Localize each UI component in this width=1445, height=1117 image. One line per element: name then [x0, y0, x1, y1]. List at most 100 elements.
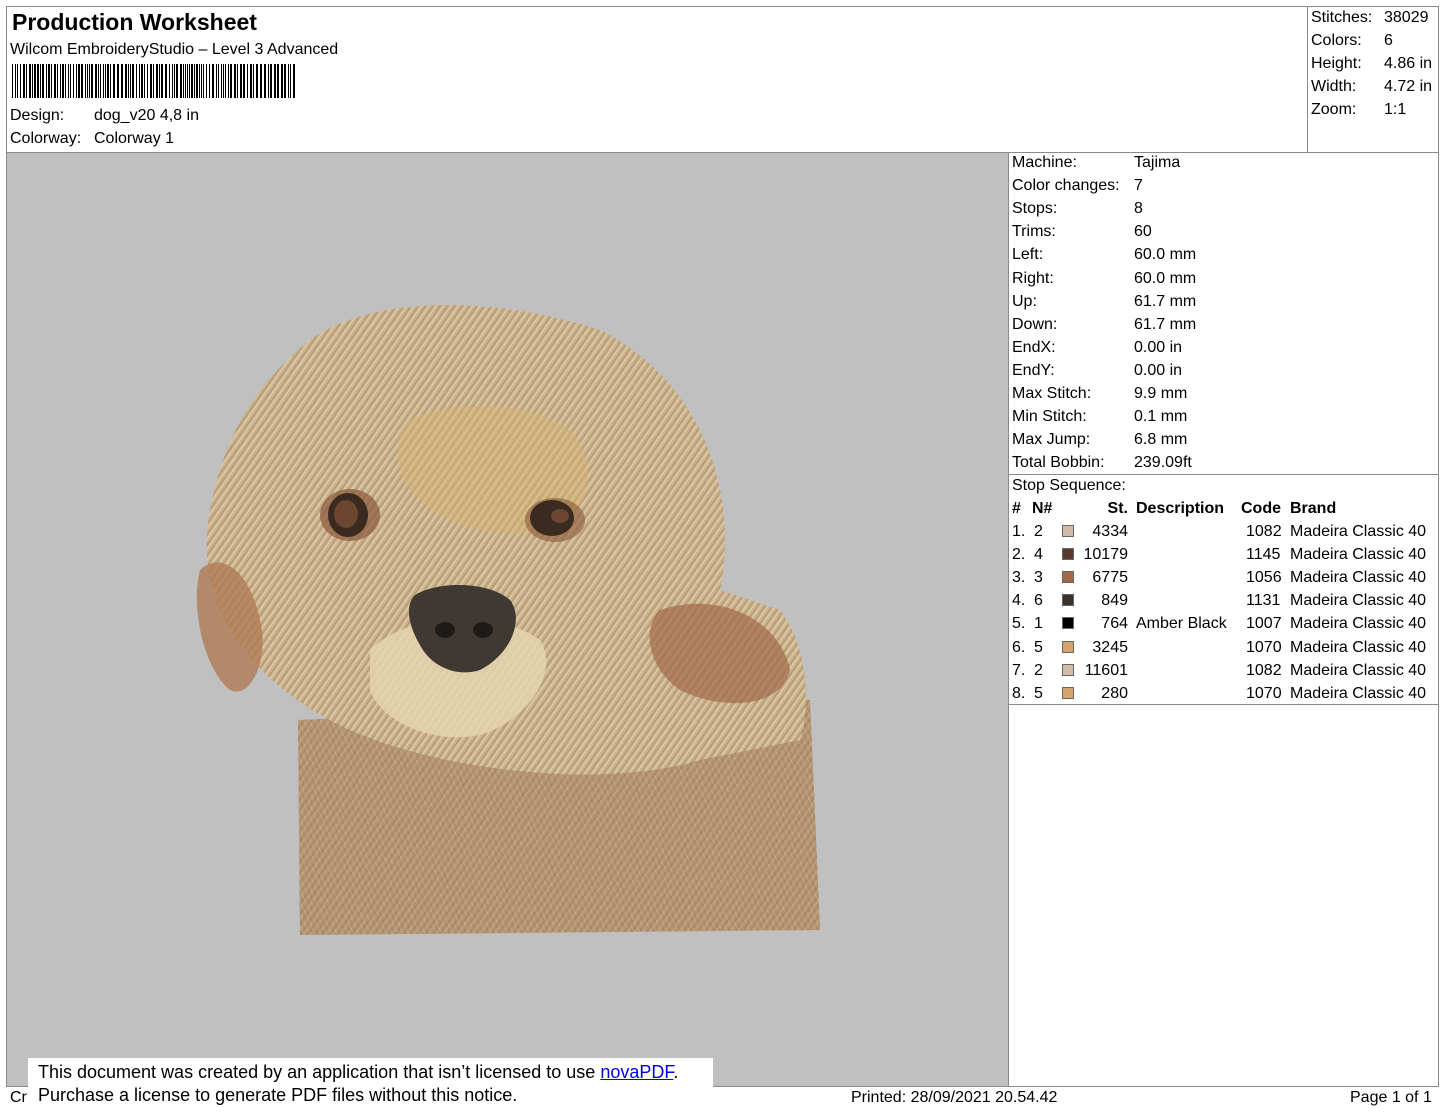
stat-row: Zoom: 1:1	[1311, 101, 1436, 121]
machine-info-row: Left: 60.0 mm	[1012, 246, 1432, 266]
machine-info-row: Trims: 60	[1012, 223, 1432, 243]
seq-stitches: 849	[1101, 592, 1128, 610]
stop-sequence-row: 3. 3 6775 1056 Madeira Classic 40	[1012, 569, 1437, 591]
barcode-bar	[113, 64, 115, 98]
info-label: Left:	[1012, 246, 1044, 264]
seq-brand: Madeira Classic 40	[1290, 523, 1427, 540]
barcode-bar	[136, 64, 137, 98]
barcode-bar	[169, 64, 170, 98]
barcode-bar	[46, 64, 47, 98]
barcode-bar	[125, 64, 127, 98]
barcode-bar	[26, 64, 27, 98]
barcode-bar	[209, 64, 210, 98]
embroidery-dog-image	[196, 305, 820, 935]
barcode-bar	[196, 64, 198, 98]
barcode-bar	[256, 64, 258, 98]
seq-needle: 2	[1034, 661, 1043, 679]
colorway-label: Colorway:	[10, 130, 82, 147]
barcode-bar	[153, 64, 154, 98]
barcode-bar	[62, 64, 64, 98]
barcode-bar	[247, 64, 248, 98]
seq-num: 7.	[1012, 661, 1026, 679]
barcode-bar	[253, 64, 254, 98]
machine-info-row: Total Bobbin: 239.09ft	[1012, 454, 1432, 474]
design-label: Design:	[10, 107, 65, 124]
barcode-bar	[34, 64, 36, 98]
seq-code: 1007	[1246, 615, 1282, 633]
thread-color-swatch	[1062, 663, 1074, 676]
stop-sequence-row: 1. 2 4334 1082 Madeira Classic 40	[1012, 523, 1437, 545]
info-label: Max Jump:	[1012, 431, 1091, 449]
info-value: 6.8 mm	[1134, 431, 1188, 449]
stat-label: Zoom:	[1311, 101, 1357, 118]
barcode-bar	[98, 64, 99, 98]
info-value: 60.0 mm	[1134, 269, 1197, 287]
info-label: Total Bobbin:	[1012, 454, 1105, 472]
barcode-bar	[277, 64, 279, 98]
seq-code: 1145	[1246, 546, 1281, 564]
info-value: 0.1 mm	[1134, 408, 1188, 426]
info-value: 239.09ft	[1134, 454, 1192, 472]
barcode-bar	[203, 64, 204, 98]
seq-num: 6.	[1012, 638, 1026, 656]
seq-brand: Madeira Classic 40	[1290, 638, 1427, 656]
col-code-header: Code	[1241, 500, 1281, 517]
seq-needle: 4	[1034, 546, 1043, 564]
seq-brand: Madeira Classic 40	[1290, 546, 1427, 564]
info-label: EndX:	[1012, 338, 1056, 356]
thread-color-swatch	[1062, 594, 1074, 607]
barcode-bar	[150, 64, 152, 98]
info-label: Right:	[1012, 269, 1054, 287]
seq-stitches: 280	[1101, 684, 1128, 702]
col-brand-header: Brand	[1290, 500, 1337, 517]
barcode-bar	[128, 64, 129, 98]
stat-label: Height:	[1311, 55, 1362, 72]
seq-stitches: 4334	[1092, 523, 1128, 540]
stop-sequence-row: 7. 2 11601 1082 Madeira Classic 40	[1012, 662, 1437, 684]
page-title: Production Worksheet	[12, 9, 257, 35]
stat-label: Stitches:	[1311, 9, 1373, 26]
barcode-bar	[87, 64, 88, 98]
stat-label: Width:	[1311, 78, 1357, 95]
stop-sequence-header: # N# St. Description Code Brand	[1012, 500, 1437, 520]
machine-info-row: Max Jump: 6.8 mm	[1012, 431, 1432, 451]
software-name: Wilcom EmbroideryStudio – Level 3 Advanc…	[10, 41, 339, 58]
seq-stitches: 6775	[1092, 569, 1128, 587]
stat-row: Colors: 6	[1311, 32, 1436, 52]
barcode-bar	[81, 64, 83, 98]
barcode-bar	[185, 64, 186, 98]
info-value: 9.9 mm	[1134, 385, 1188, 402]
page-number: Page 1 of 1	[1350, 1089, 1432, 1106]
seq-stitches: 11601	[1084, 661, 1128, 679]
barcode-bar	[17, 64, 18, 98]
machine-info-row: EndY: 0.00 in	[1012, 362, 1432, 382]
barcode-bar	[194, 64, 195, 98]
barcode-bar	[187, 64, 188, 98]
barcode-bar	[139, 64, 140, 98]
seq-code: 1070	[1246, 638, 1282, 656]
novapdf-link[interactable]: novaPDF	[600, 1062, 673, 1082]
stop-sequence-row: 4. 6 849 1131 Madeira Classic 40	[1012, 592, 1437, 614]
seq-brand: Madeira Classic 40	[1290, 661, 1427, 679]
barcode-bar	[221, 64, 222, 98]
barcode-bar	[260, 64, 262, 98]
barcode-bar	[250, 64, 252, 98]
seq-brand: Madeira Classic 40	[1290, 615, 1427, 633]
colorway-value: Colorway 1	[94, 130, 175, 147]
notice-purchase-text: Purchase a license to generate PDF files…	[38, 1085, 518, 1105]
barcode-bar	[165, 64, 167, 98]
stop-sequence-title: Stop Sequence:	[1012, 477, 1126, 494]
seq-code: 1082	[1246, 523, 1282, 540]
stop-sequence-row: 5. 1 764 Amber Black 1007 Madeira Classic 40	[1012, 615, 1437, 637]
barcode-bar	[141, 64, 143, 98]
barcode-bar	[85, 64, 86, 98]
barcode-bar	[281, 64, 283, 98]
machine-info-row: Machine: Tajima	[1012, 154, 1432, 174]
seq-needle: 1	[1034, 615, 1043, 633]
barcode-bar	[73, 64, 74, 98]
barcode-bar	[117, 64, 119, 98]
machine-info-row: Stops: 8	[1012, 200, 1432, 220]
barcode-bar	[180, 64, 182, 98]
info-label: Max Stitch:	[1012, 385, 1092, 402]
info-label: Machine:	[1012, 154, 1077, 171]
